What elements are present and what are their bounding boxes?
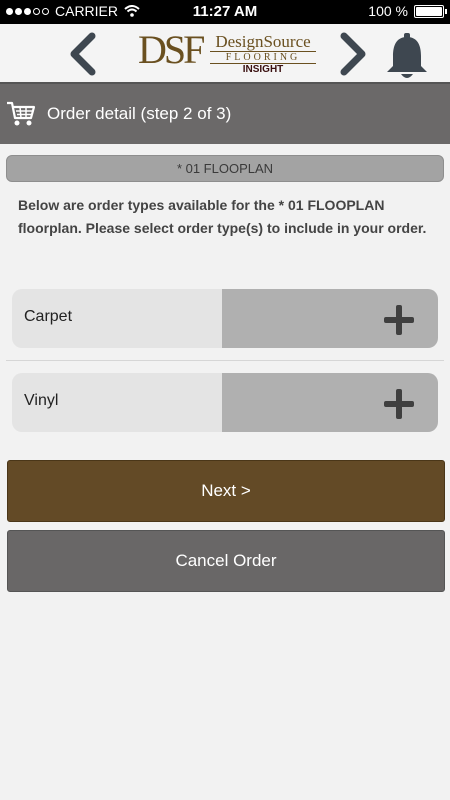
plus-icon: [384, 305, 414, 335]
battery-icon: [414, 4, 447, 18]
order-type-label: Carpet: [12, 289, 222, 348]
order-type-label: Vinyl: [12, 373, 222, 432]
battery-area: 100 %: [368, 3, 447, 19]
battery-percent: 100 %: [368, 3, 408, 19]
title-bar: Order detail (step 2 of 3): [0, 82, 450, 144]
page-title: Order detail (step 2 of 3): [47, 104, 232, 123]
logo: DSF DesignSource FLOORING INSIGHT: [138, 27, 318, 76]
instructions-text: Below are order types available for the …: [18, 197, 427, 236]
add-vinyl-button[interactable]: [222, 373, 438, 432]
add-carpet-button[interactable]: [222, 289, 438, 348]
divider: [6, 360, 444, 361]
logo-line3: INSIGHT: [242, 64, 284, 75]
battery-fill: [416, 6, 442, 16]
chevron-left-icon[interactable]: [64, 32, 104, 76]
chevron-right-icon[interactable]: [332, 32, 372, 76]
logo-mark: DSF: [138, 27, 205, 72]
floorplan-name: * 01 FLOOPLAN: [6, 155, 444, 182]
shopping-cart-icon: [7, 101, 36, 126]
order-type-vinyl: Vinyl: [12, 373, 438, 432]
plus-icon: [384, 389, 414, 419]
order-type-carpet: Carpet: [12, 289, 438, 348]
logo-line2: FLOORING: [210, 51, 316, 64]
app-header: DSF DesignSource FLOORING INSIGHT: [0, 24, 450, 82]
cancel-order-button[interactable]: Cancel Order: [7, 530, 445, 592]
logo-line1: DesignSource: [215, 32, 311, 51]
status-bar: CARRIER 11:27 AM 100 %: [0, 0, 450, 24]
next-button[interactable]: Next >: [7, 460, 445, 522]
logo-words: DesignSource FLOORING INSIGHT: [210, 33, 316, 76]
bell-icon[interactable]: [384, 32, 430, 80]
